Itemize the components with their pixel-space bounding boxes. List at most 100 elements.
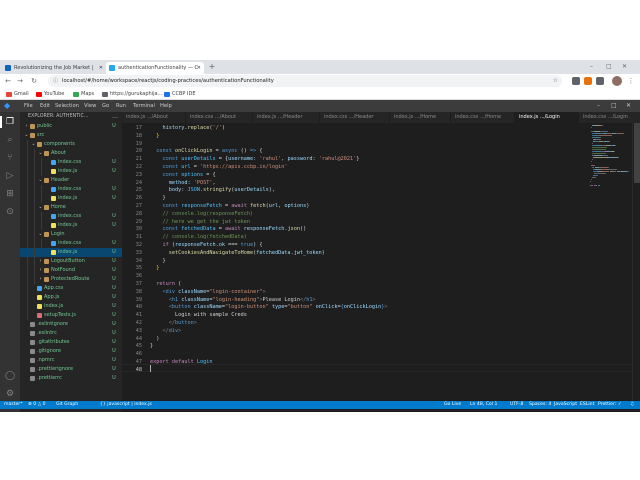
info-icon[interactable]: ⓘ bbox=[53, 78, 58, 84]
settings-gear-icon[interactable]: ⚙ bbox=[4, 388, 16, 400]
tree-item[interactable]: .prettierignore U bbox=[20, 365, 122, 374]
chevron-down-icon[interactable]: ⌄ bbox=[38, 149, 43, 158]
back-arrow-icon[interactable]: ← bbox=[3, 75, 13, 87]
language-mode-status[interactable]: JavaScript bbox=[554, 401, 577, 409]
extensions-icon[interactable]: ⊞ bbox=[4, 188, 16, 200]
source-control-icon[interactable]: ⑂ bbox=[4, 152, 16, 164]
tree-item[interactable]: index.js U bbox=[20, 194, 122, 203]
search-icon[interactable]: ⌕ bbox=[4, 134, 16, 146]
prettier-status[interactable]: Prettier: ✓ bbox=[598, 401, 622, 409]
tab-close-icon[interactable]: ✕ bbox=[99, 62, 103, 74]
tree-item[interactable]: .eslintignore U bbox=[20, 320, 122, 329]
menu-run[interactable]: Run bbox=[116, 100, 126, 112]
account-icon[interactable]: ◯ bbox=[4, 370, 16, 382]
forward-arrow-icon[interactable]: → bbox=[15, 75, 25, 87]
browser-menu-icon[interactable]: ⋮ bbox=[626, 75, 636, 87]
cursor-position-status[interactable]: Ln 48, Col 1 bbox=[470, 401, 497, 409]
menu-go[interactable]: Go bbox=[102, 100, 109, 112]
language-file-status[interactable]: {} javascript | index.js bbox=[100, 401, 152, 409]
menu-edit[interactable]: Edit bbox=[40, 100, 50, 112]
browser-tab-inactive[interactable]: Revolutionizing the Job Market | ✕ bbox=[2, 62, 106, 74]
bookmark-gurukaphija[interactable]: https://gurukaphija... bbox=[102, 89, 162, 100]
tree-item[interactable]: › public U bbox=[20, 122, 122, 131]
scrollbar-thumb[interactable] bbox=[634, 123, 640, 183]
bookmark-youtube[interactable]: YouTube bbox=[36, 89, 64, 100]
extensions-puzzle-icon[interactable] bbox=[596, 77, 604, 85]
chevron-right-icon[interactable]: › bbox=[24, 122, 29, 131]
tree-item[interactable]: › ProtectedRoute U bbox=[20, 275, 122, 284]
tree-item[interactable]: › NotFound U bbox=[20, 266, 122, 275]
menu-help[interactable]: Help bbox=[160, 100, 172, 112]
menu-file[interactable]: File bbox=[24, 100, 33, 112]
tab-close-icon[interactable]: ✕ bbox=[197, 62, 201, 74]
chevron-down-icon[interactable]: ⌄ bbox=[38, 203, 43, 212]
editor-scrollbar[interactable] bbox=[632, 123, 640, 401]
reload-icon[interactable]: ↻ bbox=[29, 75, 39, 87]
address-bar[interactable]: ⓘ localhost/#/home/workspace/reactjs/cod… bbox=[48, 75, 562, 87]
editor-tab[interactable]: index.css .../About bbox=[186, 112, 253, 123]
bookmark-gmail[interactable]: Gmail bbox=[6, 89, 29, 100]
tree-item[interactable]: index.js U bbox=[20, 221, 122, 230]
tree-item[interactable]: › LogoutButton U bbox=[20, 257, 122, 266]
explorer-files-icon[interactable]: ❐ bbox=[0, 116, 16, 128]
encoding-status[interactable]: UTF-8 bbox=[510, 401, 523, 409]
bookmark-maps[interactable]: Maps bbox=[73, 89, 94, 100]
indentation-status[interactable]: Spaces: 4 bbox=[529, 401, 551, 409]
tree-item[interactable]: index.css U bbox=[20, 185, 122, 194]
extension-icon[interactable] bbox=[584, 77, 592, 85]
git-graph-icon[interactable]: ⊙ bbox=[4, 206, 16, 218]
browser-tab-active[interactable]: authenticationFunctionality — C ✕ bbox=[106, 62, 204, 74]
minimize-icon[interactable]: – bbox=[590, 61, 593, 73]
tree-item[interactable]: ⌄ About bbox=[20, 149, 122, 158]
editor-tab[interactable]: index.js .../About bbox=[122, 112, 186, 123]
tree-item[interactable]: App.js U bbox=[20, 293, 122, 302]
run-debug-icon[interactable]: ▷ bbox=[4, 170, 16, 182]
editor-tab[interactable]: index.js .../Home bbox=[390, 112, 451, 123]
bookmark-ccbp-ide[interactable]: CCBP IDE bbox=[164, 89, 196, 100]
chevron-down-icon[interactable]: ⌄ bbox=[31, 140, 36, 149]
chevron-down-icon[interactable]: ⌄ bbox=[24, 131, 29, 140]
chevron-right-icon[interactable]: › bbox=[38, 257, 43, 266]
vscode-maximize-icon[interactable]: □ bbox=[611, 100, 617, 112]
tree-item[interactable]: index.js U bbox=[20, 248, 122, 257]
profile-avatar[interactable] bbox=[612, 76, 622, 86]
tree-item[interactable]: App.css U bbox=[20, 284, 122, 293]
code-area[interactable]: history.replace('/') } const onClickLogi… bbox=[150, 123, 580, 401]
tree-item[interactable]: index.css U bbox=[20, 212, 122, 221]
tree-item[interactable]: index.js U bbox=[20, 302, 122, 311]
tree-item[interactable]: ⌄ src bbox=[20, 131, 122, 140]
tree-item[interactable]: index.css U bbox=[20, 239, 122, 248]
tree-item[interactable]: setupTests.js U bbox=[20, 311, 122, 320]
new-tab-plus-icon[interactable]: + bbox=[207, 62, 217, 72]
menu-view[interactable]: View bbox=[84, 100, 96, 112]
editor-tab[interactable]: index.css .../Header bbox=[320, 112, 390, 123]
tree-item[interactable]: ⌄ Header bbox=[20, 176, 122, 185]
vscode-minimize-icon[interactable]: – bbox=[597, 100, 600, 112]
chevron-right-icon[interactable]: › bbox=[38, 275, 43, 284]
more-actions-icon[interactable]: … bbox=[112, 112, 118, 122]
tree-item[interactable]: .npmrc U bbox=[20, 356, 122, 365]
tree-item[interactable]: index.css U bbox=[20, 158, 122, 167]
extension-icon[interactable] bbox=[572, 77, 580, 85]
editor-tab[interactable]: index.js .../Login bbox=[515, 112, 579, 123]
code-editor[interactable]: 17 18 19 20 21 22 23 24 25 26 27 28 29 30 31 32 33 34 35 36… bbox=[122, 123, 640, 401]
menu-terminal[interactable]: Terminal bbox=[133, 100, 155, 112]
maximize-icon[interactable]: □ bbox=[606, 61, 612, 73]
tree-item[interactable]: .eslintrc U bbox=[20, 329, 122, 338]
bookmark-star-icon[interactable]: ☆ bbox=[553, 75, 558, 87]
menu-selection[interactable]: Selection bbox=[55, 100, 79, 112]
tree-item[interactable]: .gitignore U bbox=[20, 347, 122, 356]
close-window-icon[interactable]: ✕ bbox=[622, 61, 627, 73]
tree-item[interactable]: ⌄ Home bbox=[20, 203, 122, 212]
notifications-bell-icon[interactable]: ♫ bbox=[630, 401, 634, 409]
git-branch-status[interactable]: master* bbox=[4, 401, 23, 409]
tree-item[interactable]: ⌄ components bbox=[20, 140, 122, 149]
editor-tab[interactable]: index.css .../Login bbox=[579, 112, 640, 123]
editor-tab[interactable]: index.css .../Home bbox=[451, 112, 515, 123]
vscode-close-icon[interactable]: ✕ bbox=[626, 100, 631, 112]
editor-tab[interactable]: index.js .../Header bbox=[253, 112, 320, 123]
go-live-status[interactable]: Go Live bbox=[444, 401, 461, 409]
tree-item[interactable]: index.js U bbox=[20, 167, 122, 176]
problems-status[interactable]: ⊗ 0 △ 0 bbox=[28, 401, 46, 409]
chevron-down-icon[interactable]: ⌄ bbox=[38, 176, 43, 185]
